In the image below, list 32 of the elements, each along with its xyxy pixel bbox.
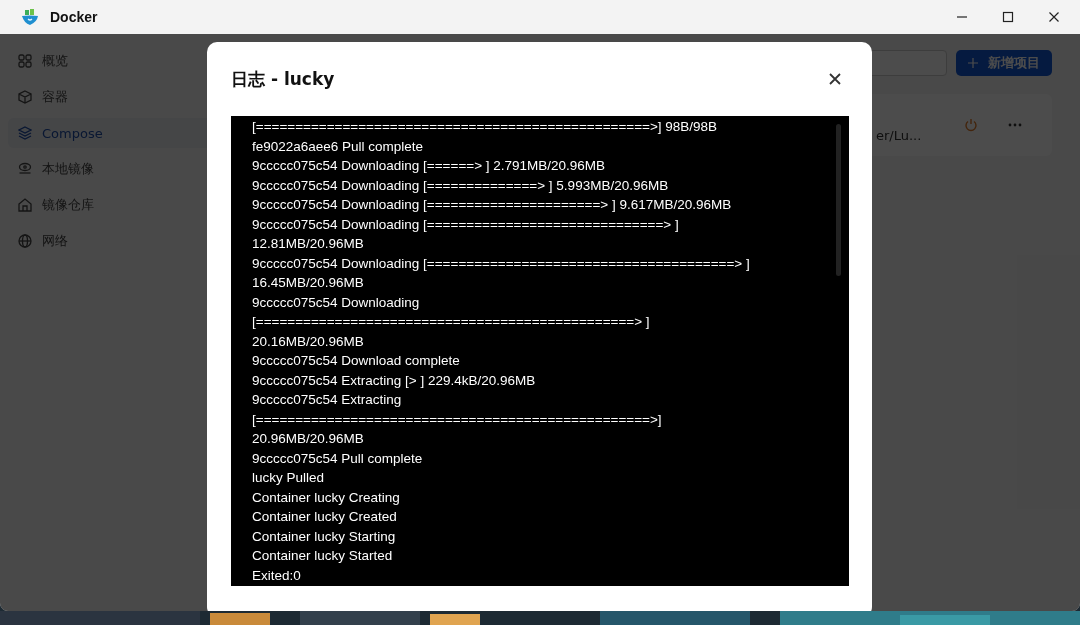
log-line: lucky Pulled bbox=[252, 469, 326, 487]
maximize-icon[interactable] bbox=[1002, 11, 1014, 23]
log-line: 9ccccc075c54 Pull complete bbox=[252, 449, 424, 468]
scrollbar-thumb[interactable] bbox=[836, 124, 841, 276]
log-line: [==================================================>] bbox=[252, 410, 663, 429]
log-line: Container lucky Created bbox=[252, 508, 398, 526]
log-line: 9ccccc075c54 Extracting bbox=[252, 391, 403, 409]
log-line: [==================================================>] 98B/98B bbox=[252, 118, 719, 136]
log-line: 9ccccc075c54 Download complete bbox=[252, 352, 461, 370]
log-line: 9ccccc075c54 Downloading [=======================================> ] bbox=[252, 254, 751, 273]
close-icon[interactable] bbox=[829, 73, 841, 85]
log-line: 9ccccc075c54 Downloading [======> ] 2.791MB/20.96MB bbox=[252, 157, 607, 175]
whale-logo-icon bbox=[20, 7, 40, 27]
log-line: 9ccccc075c54 Downloading [==============> ] 5.993MB/20.96MB bbox=[252, 176, 670, 195]
log-line: 20.16MB/20.96MB bbox=[252, 332, 365, 351]
log-line: 9ccccc075c54 Downloading [==============================> ] bbox=[252, 215, 680, 234]
window-title: Docker bbox=[50, 9, 98, 25]
log-line: Container lucky Creating bbox=[252, 488, 401, 507]
log-line: 20.96MB/20.96MB bbox=[252, 430, 365, 448]
project-path: er/Lu... bbox=[876, 127, 922, 143]
log-line: 9ccccc075c54 Extracting [> ] 229.4kB/20.96MB bbox=[252, 371, 537, 390]
log-line: 12.81MB/20.96MB bbox=[252, 235, 365, 253]
log-line: 16.45MB/20.96MB bbox=[252, 274, 365, 292]
log-line: 9ccccc075c54 Downloading [======================> ] 9.617MB/20.96MB bbox=[252, 196, 733, 214]
log-line: fe9022a6aee6 Pull complete bbox=[252, 137, 425, 156]
log-line: 9ccccc075c54 Downloading bbox=[252, 293, 421, 312]
close-icon[interactable] bbox=[1048, 11, 1060, 23]
log-line: Container lucky Started bbox=[252, 547, 394, 565]
log-line: Exited:0 bbox=[252, 566, 302, 585]
log-line: [================================================> ] bbox=[252, 313, 651, 331]
dialog-title: 日志 - lucky bbox=[231, 67, 335, 91]
log-line: Container lucky Starting bbox=[252, 527, 397, 546]
